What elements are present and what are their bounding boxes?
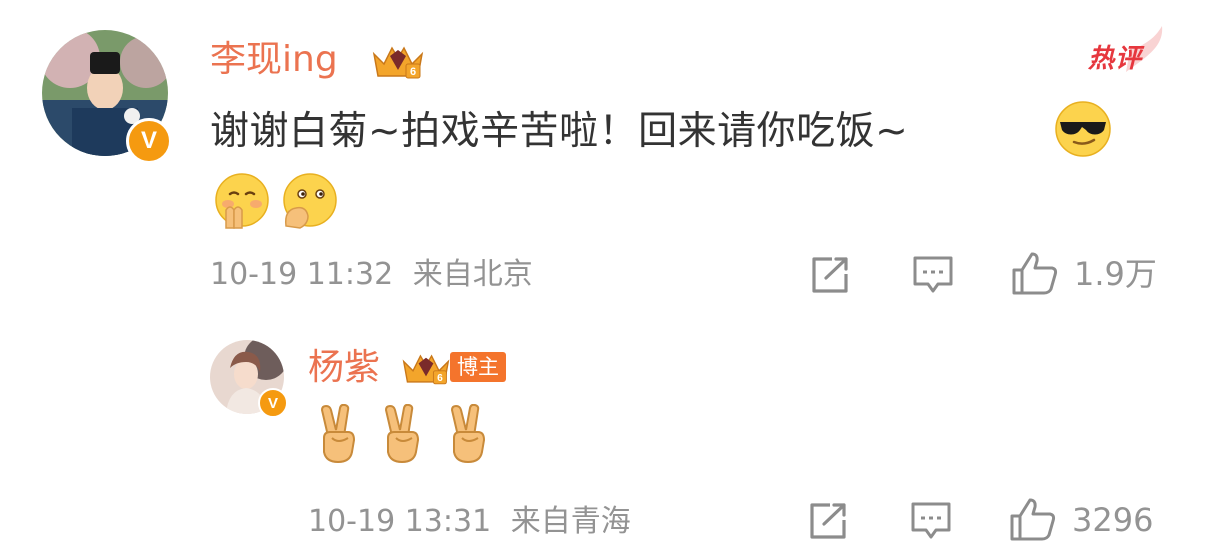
timestamp: 10-19 11:32 <box>210 257 394 292</box>
svg-text:6: 6 <box>437 373 443 384</box>
reply-like-button[interactable] <box>1008 496 1058 542</box>
victory-hand-emoji <box>378 403 428 468</box>
pray-emoji <box>212 172 270 234</box>
reply-username[interactable]: 杨紫 <box>308 346 380 390</box>
sunglasses-emoji <box>1054 100 1112 162</box>
reply-like-count: 3296 <box>1072 501 1154 539</box>
victory-hand-emoji <box>314 403 364 468</box>
thinking-emoji <box>280 172 338 234</box>
share-icon <box>812 257 848 293</box>
vip-crown-icon: 6 <box>400 348 452 392</box>
username[interactable]: 李现ing <box>210 38 338 82</box>
reply-verified-badge: V <box>258 388 288 418</box>
comment-icon <box>913 256 953 293</box>
share-icon <box>810 503 846 539</box>
comment-icon <box>911 502 951 539</box>
thumbs-up-icon <box>1012 252 1058 295</box>
reply-timestamp: 10-19 13:31 <box>308 504 492 539</box>
victory-hand-emoji <box>444 403 494 468</box>
share-button[interactable] <box>808 254 852 296</box>
blogger-tag: 博主 <box>450 352 506 382</box>
like-count: 1.9万 <box>1074 255 1157 293</box>
reply-comment-button[interactable] <box>908 500 954 542</box>
comment-button[interactable] <box>910 254 956 296</box>
comment-text: 谢谢白菊~拍戏辛苦啦！回来请你吃饭~ <box>210 109 909 154</box>
comment-meta: 10-19 11:32 来自北京 <box>210 255 533 295</box>
vip-crown-icon: 6 <box>370 40 426 86</box>
location: 来自北京 <box>412 257 533 292</box>
reply-meta: 10-19 13:31 来自青海 <box>308 502 631 542</box>
verified-badge: V <box>126 118 172 164</box>
svg-text:6: 6 <box>410 66 416 78</box>
reply-share-button[interactable] <box>806 500 850 542</box>
reply-location: 来自青海 <box>510 504 631 539</box>
thumbs-up-icon <box>1010 498 1056 541</box>
hot-comment-tag: 热评 <box>1086 26 1166 76</box>
